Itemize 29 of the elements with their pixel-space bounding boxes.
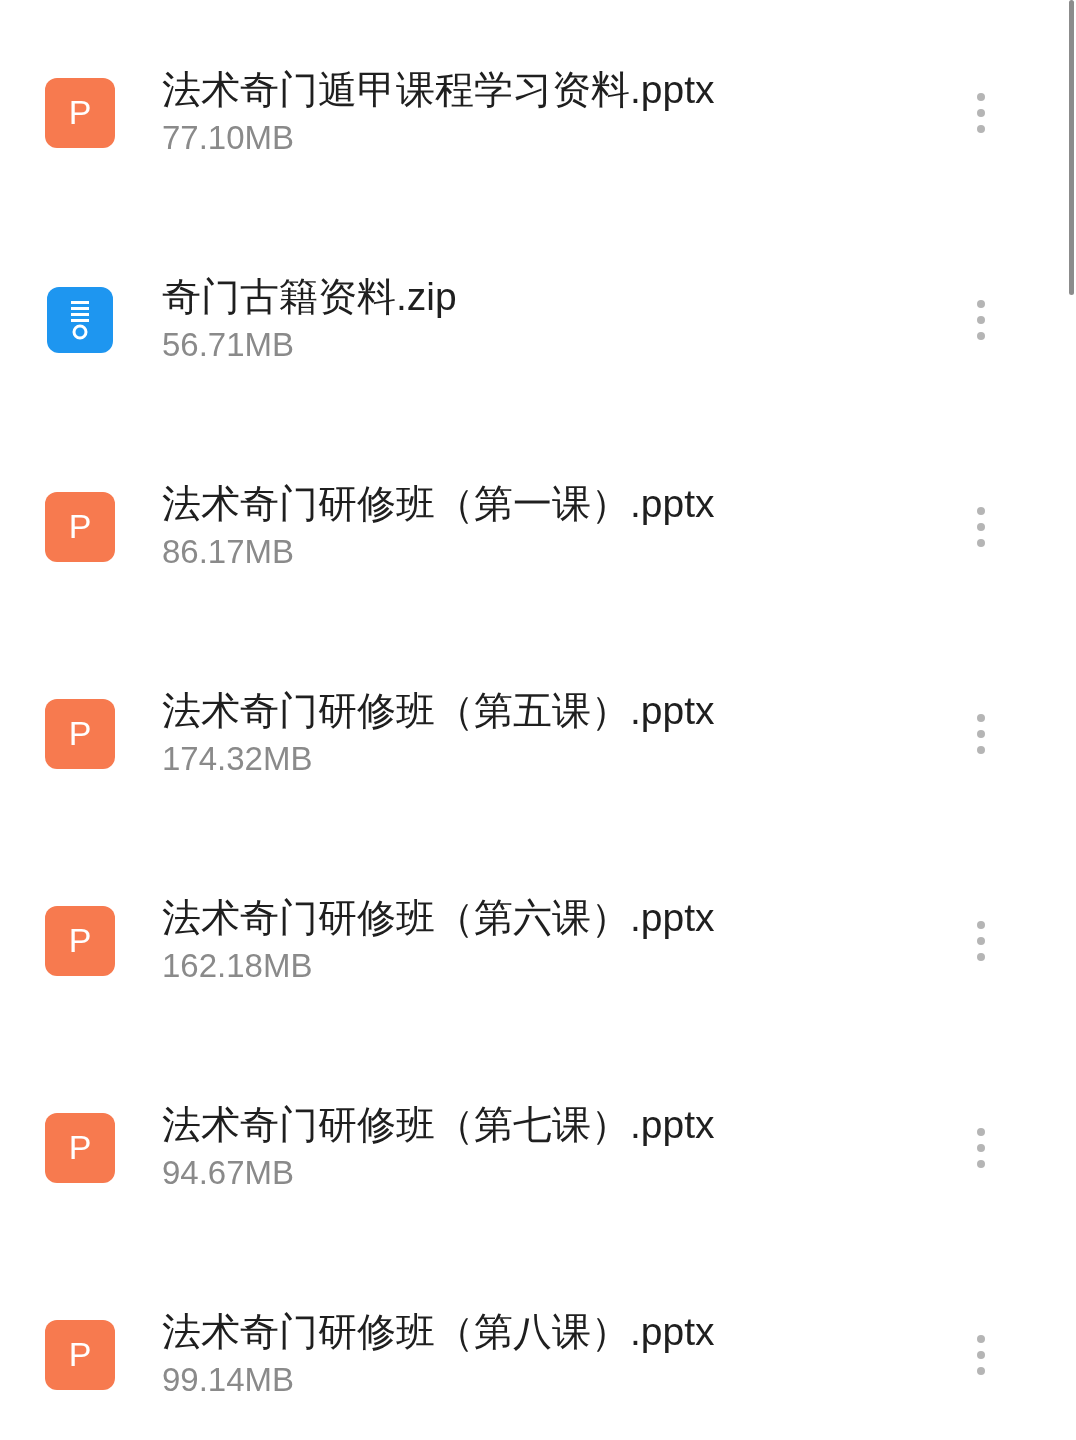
file-name[interactable]: 法术奇门研修班（第八课）.pptx bbox=[162, 1306, 961, 1357]
more-vertical-icon bbox=[976, 91, 986, 134]
zip-file-icon bbox=[47, 286, 113, 353]
file-size: 94.67MB bbox=[162, 1152, 296, 1193]
file-name[interactable]: 法术奇门研修班（第七课）.pptx bbox=[162, 1099, 961, 1150]
file-name[interactable]: 法术奇门研修班（第六课）.pptx bbox=[162, 892, 961, 943]
presentation-file-icon: P bbox=[45, 905, 115, 976]
file-name[interactable]: 法术奇门研修班（第五课）.pptx bbox=[162, 685, 961, 736]
scrollbar-thumb[interactable] bbox=[1069, 0, 1074, 295]
file-name[interactable]: 奇门古籍资料.zip bbox=[162, 271, 961, 322]
file-size: 174.32MB bbox=[162, 738, 314, 779]
presentation-file-icon: P bbox=[45, 1319, 115, 1390]
file-size: 56.71MB bbox=[162, 324, 296, 365]
file-size: 99.14MB bbox=[162, 1359, 296, 1400]
presentation-file-icon: P bbox=[45, 1112, 115, 1183]
more-vertical-icon bbox=[976, 298, 986, 341]
presentation-file-icon: P bbox=[45, 77, 115, 148]
presentation-file-icon: P bbox=[45, 491, 115, 562]
file-name[interactable]: 法术奇门遁甲课程学习资料.pptx bbox=[162, 64, 961, 115]
file-size: 162.18MB bbox=[162, 945, 314, 986]
file-size: 77.10MB bbox=[162, 117, 296, 158]
more-vertical-icon bbox=[976, 1333, 986, 1376]
file-name[interactable]: 法术奇门研修班（第一课）.pptx bbox=[162, 478, 961, 529]
more-vertical-icon bbox=[976, 919, 986, 962]
file-size: 86.17MB bbox=[162, 531, 296, 572]
presentation-file-icon: P bbox=[45, 698, 115, 769]
more-vertical-icon bbox=[976, 1126, 986, 1169]
more-vertical-icon bbox=[976, 712, 986, 755]
more-vertical-icon bbox=[976, 505, 986, 548]
